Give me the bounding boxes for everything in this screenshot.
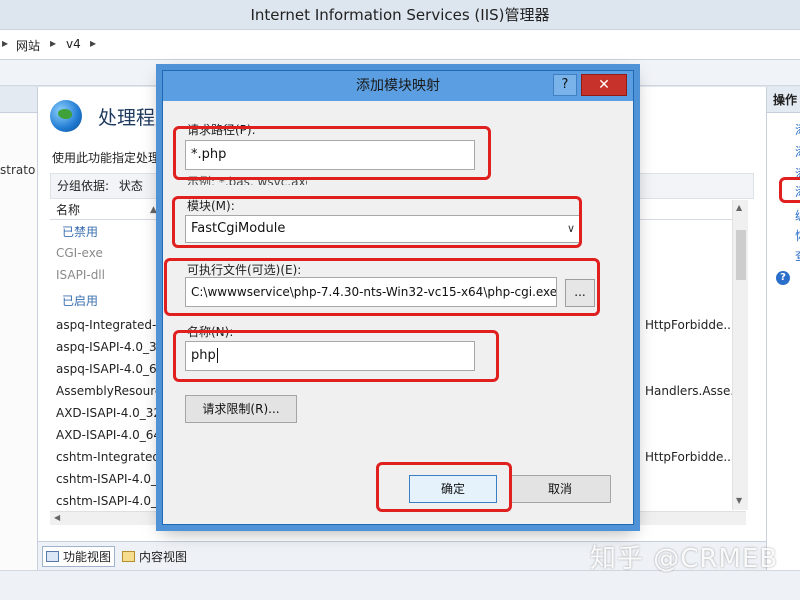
connections-pane: strato: [0, 87, 38, 570]
list-item-extra: HttpForbidde...: [645, 318, 735, 332]
features-view-icon: [46, 551, 59, 562]
list-item[interactable]: aspq-Integrated-4: [56, 318, 164, 332]
list-item[interactable]: cshtm-ISAPI-4.0_3: [56, 472, 165, 486]
highlight-box-action: [779, 177, 800, 203]
dialog-title-bar[interactable]: 添加模块映射 ? ✕: [163, 71, 633, 101]
list-item[interactable]: AXD-ISAPI-4.0_32b: [56, 406, 169, 420]
help-icon[interactable]: ?: [776, 271, 790, 285]
action-link[interactable]: 恢: [795, 227, 800, 244]
cancel-button[interactable]: 取消: [509, 475, 611, 503]
group-by-value[interactable]: 状态: [119, 179, 143, 193]
list-item[interactable]: ISAPI-dll: [56, 268, 105, 282]
list-item[interactable]: aspq-ISAPI-4.0_64: [56, 362, 164, 376]
highlight-box-ok: [376, 462, 512, 512]
action-link[interactable]: 编: [795, 207, 800, 224]
scroll-down-icon[interactable]: ▼: [736, 496, 742, 505]
list-item[interactable]: cshtm-Integrated-: [56, 450, 164, 464]
column-header-label: 名称: [56, 203, 81, 217]
content-view-icon: [122, 551, 135, 562]
actions-pane-header: 操作: [767, 87, 800, 113]
breadcrumb-item-sites[interactable]: 网站: [16, 37, 40, 54]
actions-pane: 操作 添 添 添 添 编 恢 查 ?: [766, 87, 800, 570]
list-item-extra: HttpForbidde...: [645, 450, 735, 464]
dialog-close-button[interactable]: ✕: [581, 74, 627, 96]
address-bar: ▸ 网站 ▸ v4 ▸: [0, 30, 800, 60]
feature-description: 使用此功能指定处理: [52, 151, 161, 165]
window-title-bar: Internet Information Services (IIS)管理器: [0, 0, 800, 30]
request-restrictions-button[interactable]: 请求限制(R)...: [185, 395, 297, 423]
tab-content-view-label: 内容视图: [139, 550, 188, 564]
breadcrumb-separator: ▸: [2, 36, 9, 50]
group-by-label: 分组依据:: [57, 179, 110, 193]
list-item-extra: Handlers.Asse...: [645, 384, 742, 398]
list-item[interactable]: AXD-ISAPI-4.0_64b: [56, 428, 169, 442]
group-label-enabled: 已启用: [62, 294, 99, 308]
highlight-box-request-path: [173, 126, 491, 180]
tab-features-view[interactable]: 功能视图: [42, 546, 116, 567]
scroll-up-icon[interactable]: ▲: [736, 203, 742, 212]
connections-tree-item[interactable]: strato: [0, 163, 35, 177]
sort-ascending-icon: ▲: [150, 205, 157, 215]
tab-content-view[interactable]: 内容视图: [122, 548, 187, 565]
watermark: 知乎 @CRMEB: [590, 544, 779, 574]
list-item[interactable]: cshtm-ISAPI-4.0_6: [56, 494, 165, 508]
breadcrumb-separator: ▸: [50, 36, 57, 50]
tab-features-view-label: 功能视图: [63, 550, 112, 564]
list-item[interactable]: CGI-exe: [56, 246, 103, 260]
highlight-box-name: [173, 330, 499, 382]
breadcrumb-separator: ▸: [90, 36, 97, 50]
group-label-disabled: 已禁用: [62, 225, 99, 239]
scrollbar-thumb[interactable]: [736, 230, 746, 280]
window-title: Internet Information Services (IIS)管理器: [250, 6, 550, 24]
action-link[interactable]: 添: [795, 121, 800, 138]
action-link[interactable]: 查: [795, 247, 800, 264]
scroll-left-icon[interactable]: ◀: [54, 513, 60, 522]
list-item[interactable]: aspq-ISAPI-4.0_32: [56, 340, 164, 354]
connections-pane-header: [0, 87, 37, 113]
globe-icon: [50, 100, 82, 132]
list-item[interactable]: AssemblyResource: [56, 384, 169, 398]
action-link[interactable]: 添: [795, 143, 800, 160]
breadcrumb-item-v4[interactable]: v4: [66, 37, 81, 51]
vertical-scrollbar[interactable]: ▲ ▼: [732, 200, 748, 510]
dialog-help-button[interactable]: ?: [553, 74, 577, 96]
highlight-box-executable: [164, 258, 600, 316]
highlight-box-module: [172, 196, 582, 248]
